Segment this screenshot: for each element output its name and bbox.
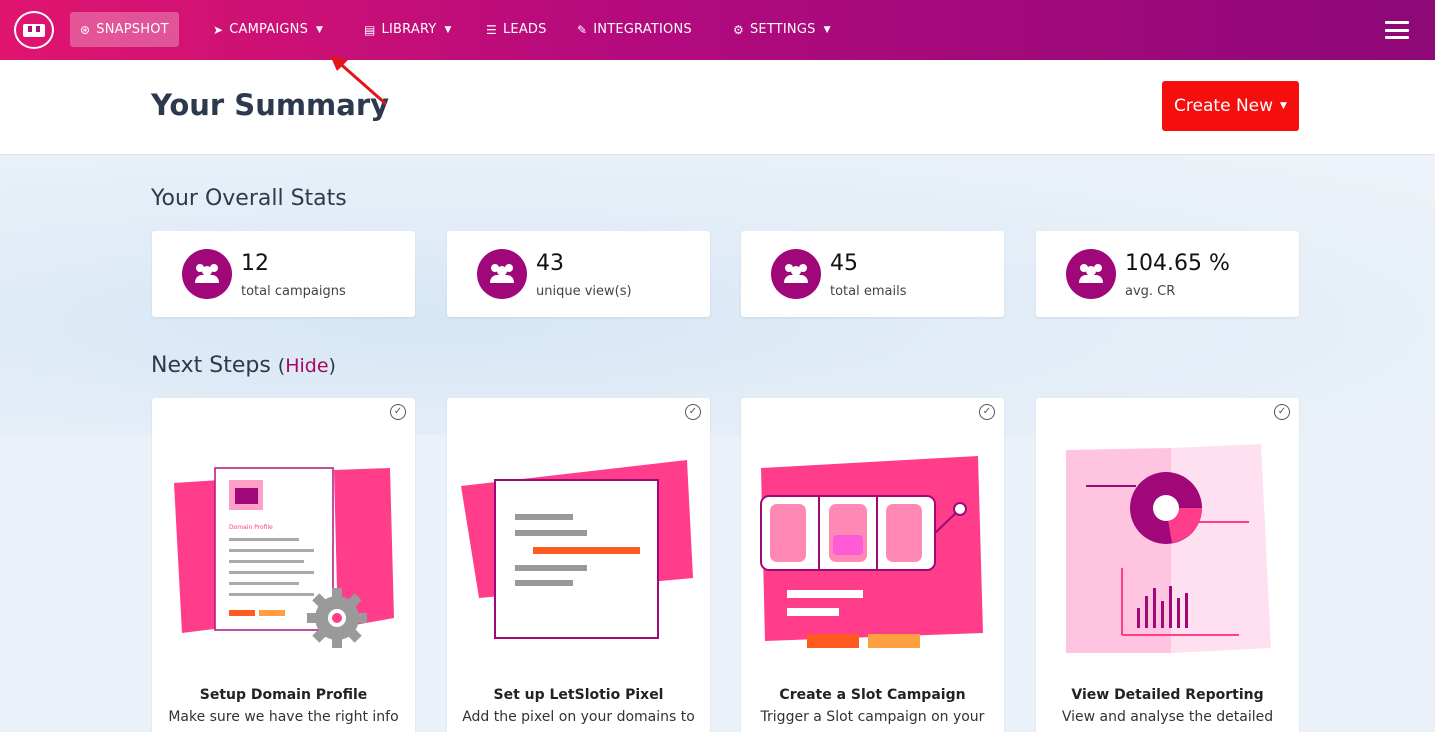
step-title: Set up LetSlotio Pixel	[493, 687, 664, 703]
check-circle-icon[interactable]: ✓	[979, 404, 995, 420]
next-steps-title: Next Steps (Hide)	[151, 353, 336, 378]
users-icon	[1066, 249, 1116, 299]
create-new-label: Create New	[1174, 96, 1274, 116]
stat-label: avg. CR	[1125, 284, 1176, 299]
stat-value: 43	[536, 251, 564, 276]
nav-label: SNAPSHOT	[96, 22, 169, 37]
page-header: Your Summary Create New ▼	[0, 60, 1435, 155]
stat-value: 12	[241, 251, 269, 276]
top-navbar: ⊛ SNAPSHOT ➤ CAMPAIGNS ▼ ▤ LIBRARY ▼ ☰ L…	[0, 0, 1435, 60]
domain-profile-doc-text: Domain Profile	[229, 524, 273, 531]
check-circle-icon[interactable]: ✓	[390, 404, 406, 420]
stat-value: 45	[830, 251, 858, 276]
annotation-arrow-icon	[330, 55, 387, 106]
stat-card-cr: 104.65 % avg. CR	[1036, 231, 1299, 317]
domain-profile-illustration: Domain Profile	[174, 467, 394, 648]
nav-integrations[interactable]: ✎ INTEGRATIONS	[567, 12, 702, 47]
nav-label: INTEGRATIONS	[593, 22, 692, 37]
logo-icon	[23, 23, 45, 37]
paper-plane-icon: ➤	[213, 22, 224, 37]
users-icon	[182, 249, 232, 299]
cogs-icon: ⚙	[733, 22, 744, 37]
step-title: Create a Slot Campaign	[779, 687, 966, 703]
step-card-domain-profile[interactable]: ✓ Domain Profile Setup Domain Profile Ma	[152, 398, 415, 732]
nav-settings[interactable]: ⚙ SETTINGS ▼	[723, 12, 841, 47]
step-desc: Trigger a Slot campaign on your	[760, 709, 985, 725]
stat-label: unique view(s)	[536, 284, 632, 299]
reporting-illustration	[1066, 444, 1271, 653]
plug-icon: ✎	[577, 22, 588, 37]
step-title: View Detailed Reporting	[1071, 687, 1264, 703]
step-card-pixel[interactable]: ✓ Set up LetSlotio Pixel Add the pixel o…	[447, 398, 710, 732]
caret-down-icon: ▼	[444, 24, 452, 35]
stats-section-title: Your Overall Stats	[151, 186, 347, 211]
step-card-slot-campaign[interactable]: ✓ Create a Slot Campaign Trigger a Slot …	[741, 398, 1004, 732]
nav-campaigns[interactable]: ➤ CAMPAIGNS ▼	[203, 12, 333, 47]
caret-down-icon: ▼	[1280, 101, 1287, 111]
stat-card-views: 43 unique view(s)	[447, 231, 710, 317]
list-icon: ☰	[486, 22, 497, 37]
nav-label: CAMPAIGNS	[229, 22, 309, 37]
users-icon	[771, 249, 821, 299]
dashboard-icon: ⊛	[80, 22, 91, 37]
hide-link[interactable]: Hide	[285, 355, 328, 377]
library-icon: ▤	[364, 22, 376, 37]
step-title: Setup Domain Profile	[199, 687, 368, 703]
hamburger-menu-icon[interactable]	[1385, 21, 1409, 39]
stat-value: 104.65 %	[1125, 251, 1230, 276]
stat-card-campaigns: 12 total campaigns	[152, 231, 415, 317]
logo[interactable]	[14, 11, 54, 49]
next-steps-label: Next Steps	[151, 353, 271, 378]
slot-campaign-illustration	[760, 456, 983, 648]
stat-card-emails: 45 total emails	[741, 231, 1004, 317]
nav-label: SETTINGS	[749, 22, 816, 37]
nav-label: LIBRARY	[381, 22, 437, 37]
check-circle-icon[interactable]: ✓	[685, 404, 701, 420]
create-new-button[interactable]: Create New ▼	[1162, 81, 1299, 131]
step-card-reporting[interactable]: ✓ View Detailed Reporting View and analy…	[1036, 398, 1299, 732]
users-icon	[477, 249, 527, 299]
step-desc: View and analyse the detailed	[1061, 709, 1274, 725]
step-desc: Make sure we have the right info	[168, 709, 399, 725]
nav-snapshot[interactable]: ⊛ SNAPSHOT	[70, 12, 179, 47]
nav-leads[interactable]: ☰ LEADS	[476, 12, 557, 47]
nav-library[interactable]: ▤ LIBRARY ▼	[354, 12, 462, 47]
check-circle-icon[interactable]: ✓	[1274, 404, 1290, 420]
caret-down-icon: ▼	[316, 24, 324, 35]
caret-down-icon: ▼	[823, 24, 831, 35]
pixel-illustration	[461, 460, 693, 639]
stat-label: total emails	[830, 284, 907, 299]
stat-label: total campaigns	[241, 284, 346, 299]
step-desc: Add the pixel on your domains to	[462, 709, 695, 725]
nav-label: LEADS	[502, 22, 547, 37]
